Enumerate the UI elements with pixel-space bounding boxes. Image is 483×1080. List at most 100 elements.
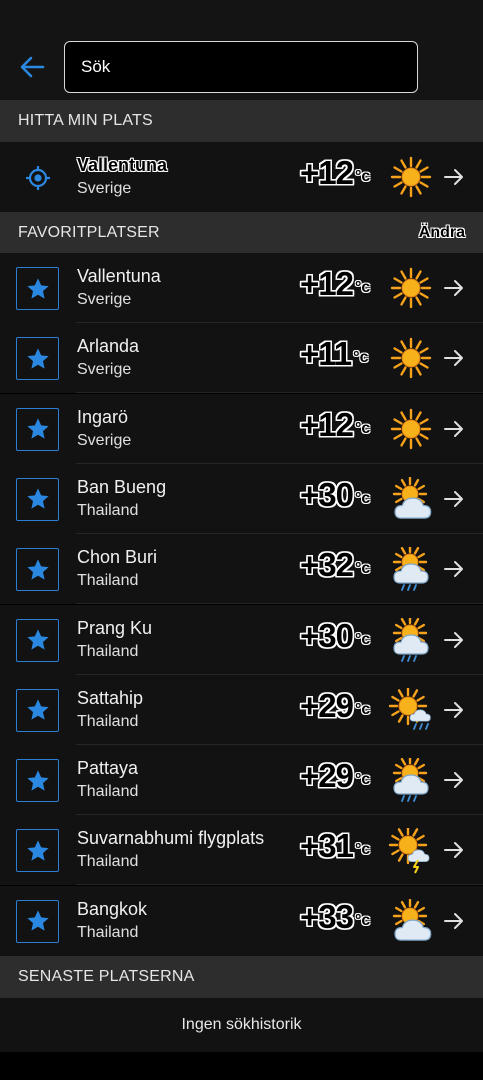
sun-cloud-rain-icon (388, 615, 434, 662)
temperature: +11 °c (300, 335, 368, 375)
temperature-unit: °c (354, 279, 371, 296)
temperature-value: +12 (300, 405, 354, 443)
temperature-unit: °c (354, 560, 371, 578)
favorite-row[interactable]: Ban Bueng Thailand +30 °c (0, 463, 483, 534)
temperature-value: +12 (300, 154, 354, 191)
star-icon[interactable] (16, 337, 59, 381)
place-name: Prang Ku (77, 617, 153, 638)
partly-cloudy-icon (388, 898, 434, 943)
arrow-right-icon (444, 842, 463, 859)
temperature: +12 °c (300, 154, 370, 194)
temperature: +12 °c (300, 406, 370, 446)
temperature-value: +29 (300, 757, 354, 795)
place-name: Pattaya (77, 758, 139, 779)
place-name: Vallentuna (77, 266, 161, 286)
country-name: Thailand (77, 642, 139, 660)
current-location-row[interactable]: Vallentuna Sverige +12 °c (0, 142, 483, 212)
section-title: FAVORITPLATSER (18, 224, 160, 241)
section-title: SENASTE PLATSERNA (18, 968, 195, 985)
recent-header: SENASTE PLATSERNA (0, 956, 483, 998)
back-button[interactable] (14, 50, 50, 84)
arrow-left-icon (20, 56, 45, 78)
temperature-unit: °c (354, 771, 371, 789)
star-icon[interactable] (16, 477, 59, 521)
country-name: Sverige (77, 180, 132, 197)
favorite-row[interactable]: Ingarö Sverige +12 °c (0, 393, 483, 464)
temperature-value: +30 (300, 616, 354, 654)
temperature-value: +31 (300, 827, 354, 865)
sun-thunder-icon (388, 826, 434, 874)
favorite-row[interactable]: Vallentuna Sverige +12 °c (0, 253, 483, 323)
country-name: Thailand (77, 783, 139, 801)
temperature-value: +33 (300, 897, 354, 935)
star-icon[interactable] (16, 548, 59, 592)
temperature-value: +12 (300, 265, 354, 302)
country-name: Thailand (77, 853, 139, 871)
place-name: Suvarnabhumi flygplats (77, 828, 265, 849)
sun-icon (388, 266, 434, 310)
arrow-right-icon (444, 350, 463, 367)
sun-cloud-rain-icon (388, 755, 434, 802)
temperature: +30 °c (300, 617, 370, 657)
temperature: +29 °c (300, 687, 370, 727)
star-icon[interactable] (16, 618, 59, 662)
temperature-unit: °c (354, 168, 371, 185)
sun-icon (388, 155, 434, 199)
sun-small-cloud-rain-icon (388, 686, 434, 732)
place-name: Bangkok (77, 898, 148, 919)
arrow-right-icon (444, 490, 463, 507)
sun-icon (388, 407, 434, 451)
arrow-right-icon (444, 420, 463, 437)
place-name: Sattahip (77, 687, 144, 708)
section-title: HITTA MIN PLATS (18, 112, 153, 129)
country-name: Sverige (77, 361, 132, 379)
favorite-row[interactable]: Chon Buri Thailand +32 °c (0, 534, 483, 605)
temperature-unit: °c (354, 419, 371, 437)
star-icon[interactable] (16, 267, 59, 310)
sun-cloud-rain-icon (388, 544, 434, 592)
temperature: +30 °c (300, 476, 370, 516)
star-icon[interactable] (16, 759, 59, 803)
temperature-unit: °c (354, 489, 371, 507)
country-name: Sverige (77, 431, 132, 449)
empty-history-text: Ingen sökhistorik (0, 998, 483, 1052)
star-icon[interactable] (16, 688, 59, 732)
temperature-value: +32 (300, 546, 354, 584)
arrow-right-icon (444, 912, 463, 929)
star-icon[interactable] (16, 407, 59, 451)
favorite-row[interactable]: Suvarnabhumi flygplats Thailand +31 °c (0, 815, 483, 886)
favorite-row[interactable]: Sattahip Thailand +29 °c (0, 674, 483, 745)
arrow-right-icon (444, 561, 463, 578)
edit-favorites-button[interactable]: Ändra (419, 224, 465, 242)
place-name: Ban Bueng (77, 476, 167, 497)
temperature-value: +30 (300, 475, 354, 513)
country-name: Thailand (77, 501, 139, 519)
temperature: +33 °c (300, 898, 370, 938)
arrow-right-icon (444, 169, 463, 185)
temperature-value: +29 (300, 686, 354, 724)
favorite-row[interactable]: Bangkok Thailand +33 °c (0, 885, 483, 956)
country-name: Sverige (77, 291, 132, 308)
country-name: Thailand (77, 923, 139, 941)
favorite-row[interactable]: Prang Ku Thailand +30 °c (0, 604, 483, 675)
temperature: +29 °c (300, 757, 370, 797)
search-input[interactable] (64, 41, 418, 93)
favorite-row[interactable]: Arlanda Sverige +11 °c (0, 323, 483, 394)
arrow-right-icon (444, 631, 463, 648)
temperature: +31 °c (300, 827, 370, 867)
arrow-right-icon (444, 701, 463, 718)
temperature-unit: °c (354, 841, 371, 859)
place-name: Vallentuna (77, 155, 168, 175)
place-name: Chon Buri (77, 547, 158, 568)
my-location-header: HITTA MIN PLATS (0, 100, 483, 142)
temperature: +12 °c (300, 265, 370, 305)
place-name: Arlanda (77, 336, 140, 357)
top-bar (0, 0, 483, 100)
arrow-right-icon (444, 772, 463, 789)
place-name: Ingarö (77, 406, 129, 427)
star-icon[interactable] (16, 899, 59, 943)
arrow-right-icon (444, 280, 463, 296)
location-target-icon (16, 156, 59, 199)
star-icon[interactable] (16, 829, 59, 873)
favorite-row[interactable]: Pattaya Thailand +29 °c (0, 745, 483, 816)
